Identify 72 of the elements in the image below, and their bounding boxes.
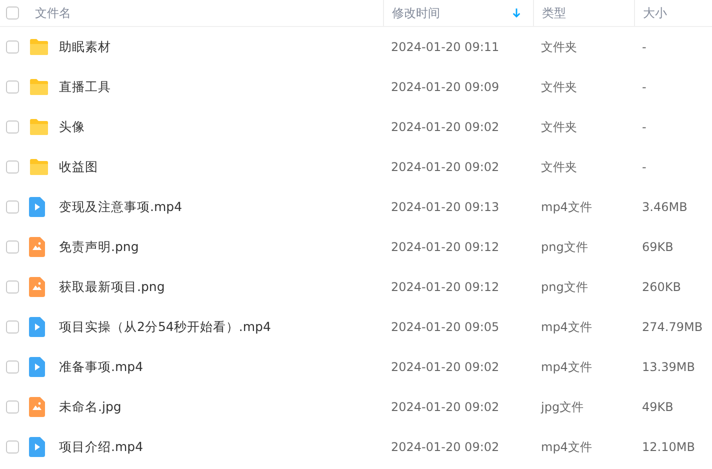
checkbox[interactable] — [6, 6, 19, 20]
modified-time: 2024-01-20 09:12 — [391, 239, 500, 256]
column-header[interactable]: 类型 — [542, 4, 566, 22]
file-type: jpg文件 — [541, 399, 584, 416]
modified-time: 2024-01-20 09:02 — [391, 119, 500, 136]
file-type: mp4文件 — [541, 199, 592, 216]
image-file-icon — [29, 397, 45, 417]
file-type: mp4文件 — [541, 439, 592, 456]
modified-time: 2024-01-20 09:02 — [391, 159, 500, 176]
file-type: png文件 — [541, 279, 588, 296]
file-type: 文件夹 — [541, 119, 577, 136]
checkbox[interactable] — [6, 160, 19, 174]
modified-time: 2024-01-20 09:11 — [391, 39, 500, 56]
file-name[interactable]: 项目介绍.mp4 — [59, 438, 144, 456]
column-header[interactable]: 文件名 — [35, 4, 71, 22]
column-header[interactable]: 修改时间 — [392, 4, 440, 22]
column-header[interactable]: 大小 — [643, 4, 667, 22]
file-type: png文件 — [541, 239, 588, 256]
checkbox[interactable] — [6, 280, 19, 294]
checkbox[interactable] — [6, 240, 19, 254]
modified-time: 2024-01-20 09:02 — [391, 439, 500, 456]
file-name[interactable]: 项目实操（从2分54秒开始看）.mp4 — [59, 318, 271, 336]
file-name[interactable]: 头像 — [59, 118, 85, 136]
play-file-icon — [29, 197, 45, 217]
file-size: 3.46MB — [642, 199, 688, 216]
play-file-icon — [29, 437, 45, 457]
file-size: - — [642, 159, 646, 176]
file-name[interactable]: 准备事项.mp4 — [59, 358, 144, 376]
checkbox[interactable] — [6, 320, 19, 334]
checkbox[interactable] — [6, 440, 19, 454]
folder-icon — [29, 118, 49, 136]
file-type: 文件夹 — [541, 79, 577, 96]
checkbox[interactable] — [6, 40, 19, 54]
file-type: mp4文件 — [541, 319, 592, 336]
folder-icon — [29, 158, 49, 176]
modified-time: 2024-01-20 09:13 — [391, 199, 500, 216]
modified-time: 2024-01-20 09:09 — [391, 79, 500, 96]
file-name[interactable]: 获取最新项目.png — [59, 278, 165, 296]
file-name[interactable]: 直播工具 — [59, 78, 111, 96]
file-size: 260KB — [642, 279, 682, 296]
file-size: 274.79MB — [642, 319, 703, 336]
file-size: - — [642, 39, 646, 56]
file-size: - — [642, 119, 646, 136]
file-name[interactable]: 免责声明.png — [59, 238, 139, 256]
file-size: - — [642, 79, 646, 96]
file-name[interactable]: 收益图 — [59, 158, 98, 176]
play-file-icon — [29, 317, 45, 337]
checkbox[interactable] — [6, 80, 19, 94]
play-file-icon — [29, 357, 45, 377]
image-file-icon — [29, 237, 45, 257]
file-size: 69KB — [642, 239, 674, 256]
checkbox[interactable] — [6, 200, 19, 214]
checkbox[interactable] — [6, 120, 19, 134]
file-type: 文件夹 — [541, 39, 577, 56]
image-file-icon — [29, 277, 45, 297]
file-type: mp4文件 — [541, 359, 592, 376]
sort-arrow-icon[interactable] — [512, 8, 521, 18]
file-type: 文件夹 — [541, 159, 577, 176]
file-name[interactable]: 助眠素材 — [59, 38, 111, 56]
file-name[interactable]: 变现及注意事项.mp4 — [59, 198, 182, 216]
modified-time: 2024-01-20 09:12 — [391, 279, 500, 296]
modified-time: 2024-01-20 09:02 — [391, 359, 500, 376]
file-size: 12.10MB — [642, 439, 695, 456]
folder-icon — [29, 38, 49, 56]
checkbox[interactable] — [6, 400, 19, 414]
file-name[interactable]: 未命名.jpg — [59, 398, 122, 416]
modified-time: 2024-01-20 09:02 — [391, 399, 500, 416]
modified-time: 2024-01-20 09:05 — [391, 319, 500, 336]
checkbox[interactable] — [6, 360, 19, 374]
file-size: 49KB — [642, 399, 674, 416]
file-size: 13.39MB — [642, 359, 695, 376]
folder-icon — [29, 78, 49, 96]
